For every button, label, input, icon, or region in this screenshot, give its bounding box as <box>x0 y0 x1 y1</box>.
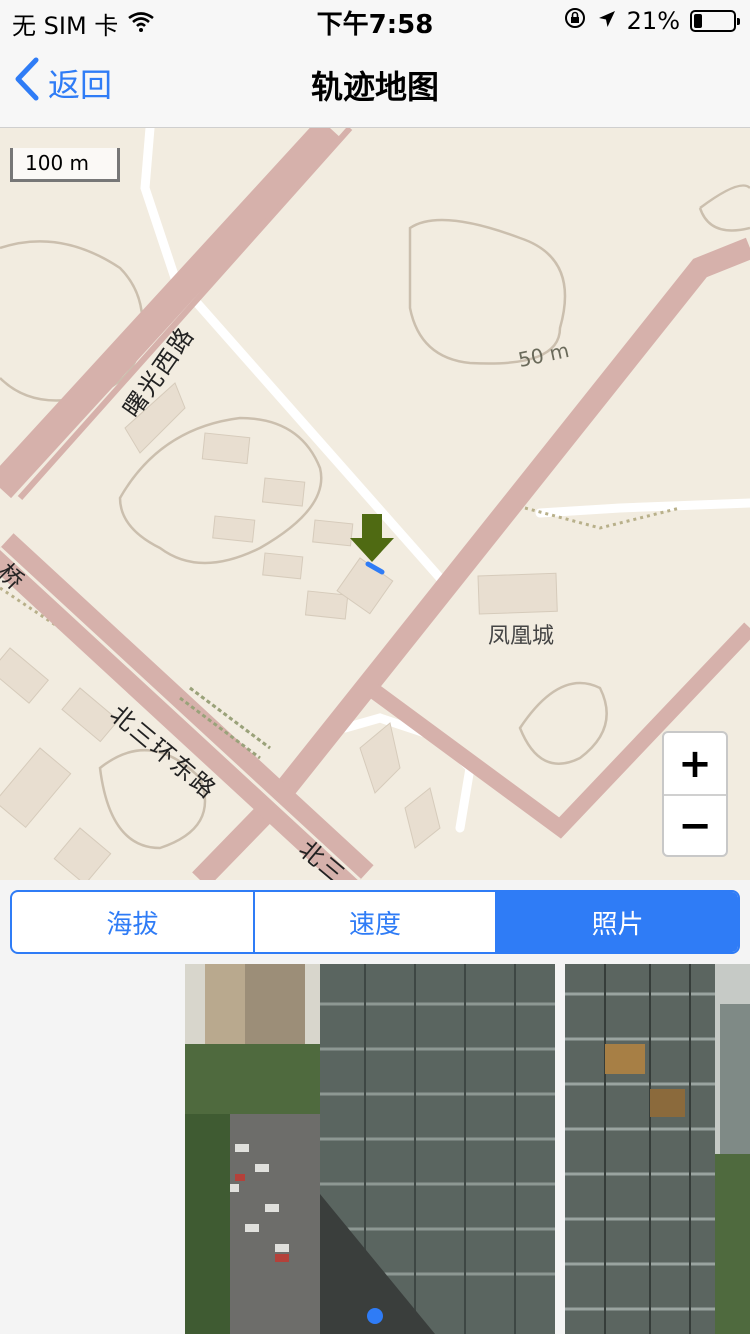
tab-speed[interactable]: 速度 <box>252 892 496 952</box>
track-map[interactable]: 100 m 曙光西路 北三环东路 北三 桥 凤凰城 50 m + − <box>0 128 750 880</box>
photo-image-facade <box>565 964 750 1334</box>
map-scale: 100 m <box>10 148 120 182</box>
nav-bar: 返回 轨迹地图 <box>0 40 750 128</box>
status-bar: 无 SIM 卡 下午7:58 21% <box>0 0 750 40</box>
segmented-control: 海拔 速度 照片 <box>10 890 740 954</box>
page-title: 轨迹地图 <box>310 68 439 106</box>
tab-photos[interactable]: 照片 <box>495 892 738 952</box>
place-label: 凤凰城 <box>488 624 555 649</box>
zoom-control: + − <box>662 731 728 857</box>
photo-item[interactable] <box>565 964 750 1334</box>
photo-image-building <box>185 964 555 1334</box>
photo-item[interactable] <box>185 964 555 1334</box>
battery-percent: 21% <box>626 7 680 35</box>
page-indicator-dot <box>367 1308 383 1324</box>
orientation-lock-icon <box>563 6 587 36</box>
zoom-out-button[interactable]: − <box>664 794 726 855</box>
photo-carousel[interactable] <box>0 964 750 1334</box>
zoom-in-button[interactable]: + <box>664 733 726 794</box>
battery-icon <box>690 10 740 32</box>
location-arrow-icon <box>597 7 617 35</box>
tab-altitude[interactable]: 海拔 <box>12 892 253 952</box>
map-base <box>0 128 750 880</box>
